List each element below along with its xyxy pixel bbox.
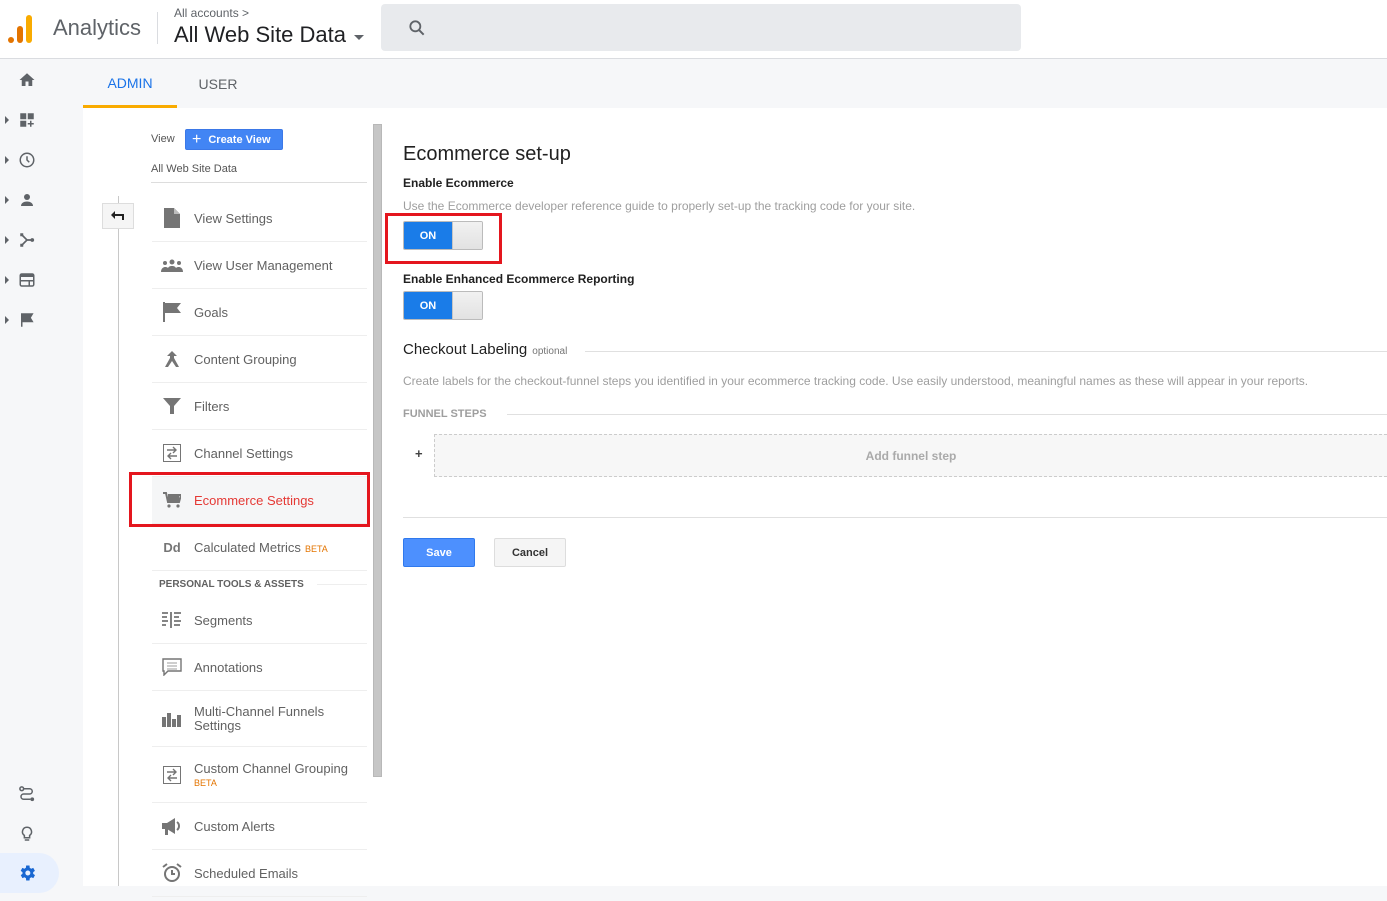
annotation-icon: [161, 656, 183, 678]
add-step-plus-icon[interactable]: +: [415, 446, 423, 461]
tab-admin[interactable]: ADMIN: [83, 60, 177, 108]
checkout-labeling-heading: Checkout Labeling optional: [403, 341, 568, 358]
menu-item-custom-channel-grouping[interactable]: Custom Channel Grouping BETA: [152, 747, 367, 803]
divider: [585, 351, 1387, 352]
realtime-clock-icon: [19, 152, 35, 168]
view-menu: View Settings View User Management Goals…: [152, 195, 367, 897]
divider: [507, 414, 1387, 415]
bar-chart-icon: [161, 708, 183, 730]
admin-gear-icon: [20, 865, 35, 881]
top-bar: Analytics All accounts > All Web Site Da…: [0, 0, 1387, 59]
save-button[interactable]: Save: [403, 538, 475, 567]
megaphone-icon: [161, 815, 183, 837]
menu-item-annotations[interactable]: Annotations: [152, 644, 367, 691]
enable-ecommerce-label: Enable Ecommerce: [403, 176, 514, 190]
nav-audience[interactable]: [0, 180, 60, 220]
enable-enhanced-toggle[interactable]: ON: [403, 291, 483, 320]
column-divider: [118, 196, 119, 886]
enable-ecommerce-toggle[interactable]: ON: [403, 221, 483, 250]
enable-ecommerce-description: Use the Ecommerce developer reference gu…: [403, 199, 916, 213]
cancel-button[interactable]: Cancel: [494, 538, 566, 567]
behavior-icon: [19, 273, 35, 287]
account-breadcrumb[interactable]: All accounts >: [174, 6, 249, 20]
view-separator: [151, 182, 367, 183]
nav-attribution[interactable]: [0, 774, 60, 814]
audience-person-icon: [21, 194, 33, 206]
nav-customization[interactable]: [0, 100, 60, 140]
menu-scrollbar[interactable]: [373, 124, 382, 777]
menu-item-ecommerce-settings[interactable]: Ecommerce Settings: [152, 477, 367, 524]
segments-icon: [161, 609, 183, 631]
customization-icon: [20, 113, 34, 127]
enable-enhanced-label: Enable Enhanced Ecommerce Reporting: [403, 272, 635, 286]
property-name: All Web Site Data: [174, 22, 347, 47]
header-divider: [157, 12, 158, 44]
menu-item-filters[interactable]: Filters: [152, 383, 367, 430]
menu-item-custom-alerts[interactable]: Custom Alerts: [152, 803, 367, 850]
menu-item-scheduled-emails[interactable]: Scheduled Emails: [152, 850, 367, 897]
alarm-clock-icon: [161, 862, 183, 884]
menu-item-content-grouping[interactable]: Content Grouping: [152, 336, 367, 383]
beta-badge: BETA: [194, 778, 217, 788]
search-icon: [409, 20, 425, 36]
caret-down-icon: [354, 34, 365, 40]
plus-icon: +: [192, 130, 202, 148]
document-icon: [161, 207, 183, 229]
dd-icon: Dd: [163, 539, 181, 555]
menu-item-view-user-management[interactable]: View User Management: [152, 242, 367, 289]
optional-tag: optional: [532, 346, 568, 357]
nav-behavior[interactable]: [0, 260, 60, 300]
menu-item-view-settings[interactable]: View Settings: [152, 195, 367, 242]
search-input[interactable]: [381, 4, 1021, 51]
beta-badge: BETA: [304, 543, 328, 554]
content-grouping-icon: [161, 348, 183, 370]
toggle-knob: [452, 222, 482, 249]
discover-bulb-icon: [21, 826, 33, 841]
property-selector[interactable]: All Web Site Data: [174, 22, 365, 48]
checkout-description: Create labels for the checkout-funnel st…: [403, 374, 1309, 388]
analytics-logo-icon[interactable]: [8, 13, 36, 43]
back-arrow-icon: [111, 211, 124, 220]
menu-item-goals[interactable]: Goals: [152, 289, 367, 336]
analytics-admin-page: Analytics All accounts > All Web Site Da…: [0, 0, 1387, 901]
channel-icon: [161, 442, 183, 464]
admin-tabs: ADMIN USER: [83, 60, 1387, 108]
create-view-label: Create View: [208, 133, 271, 146]
create-view-button[interactable]: + Create View: [185, 129, 283, 150]
cart-icon: [161, 489, 183, 511]
menu-item-mcf-settings[interactable]: Multi-Channel Funnels Settings: [152, 691, 367, 747]
tab-user[interactable]: USER: [177, 60, 259, 108]
toggle-on-label: ON: [404, 292, 452, 319]
filter-icon: [161, 395, 183, 417]
toggle-knob: [452, 292, 482, 319]
flag-icon: [161, 301, 183, 323]
home-icon: [19, 73, 35, 86]
view-selector[interactable]: All Web Site Data: [151, 163, 237, 175]
channel-icon: [161, 764, 183, 786]
toggle-on-label: ON: [404, 222, 452, 249]
collapse-column-button[interactable]: [102, 203, 134, 229]
menu-item-segments[interactable]: Segments: [152, 597, 367, 644]
personal-tools-heading: PERSONAL TOOLS & ASSETS: [152, 571, 367, 597]
funnel-steps-label: FUNNEL STEPS: [403, 408, 487, 420]
nav-admin[interactable]: [0, 853, 59, 893]
view-label: View: [151, 133, 175, 145]
nav-home[interactable]: [0, 60, 60, 100]
acquisition-icon: [20, 233, 35, 247]
attribution-icon: [19, 786, 35, 802]
menu-item-calculated-metrics[interactable]: Dd Calculated Metrics BETA: [152, 524, 367, 571]
menu-item-channel-settings[interactable]: Channel Settings: [152, 430, 367, 477]
nav-conversions[interactable]: [0, 300, 60, 340]
nav-acquisition[interactable]: [0, 220, 60, 260]
nav-discover[interactable]: [0, 814, 60, 854]
app-name: Analytics: [53, 15, 142, 40]
nav-realtime[interactable]: [0, 140, 60, 180]
add-funnel-step-button[interactable]: Add funnel step: [434, 434, 1387, 477]
people-icon: [161, 254, 183, 276]
conversions-flag-icon: [21, 313, 34, 327]
page-title: Ecommerce set-up: [403, 143, 571, 165]
left-nav: [0, 60, 83, 901]
divider: [403, 517, 1387, 518]
